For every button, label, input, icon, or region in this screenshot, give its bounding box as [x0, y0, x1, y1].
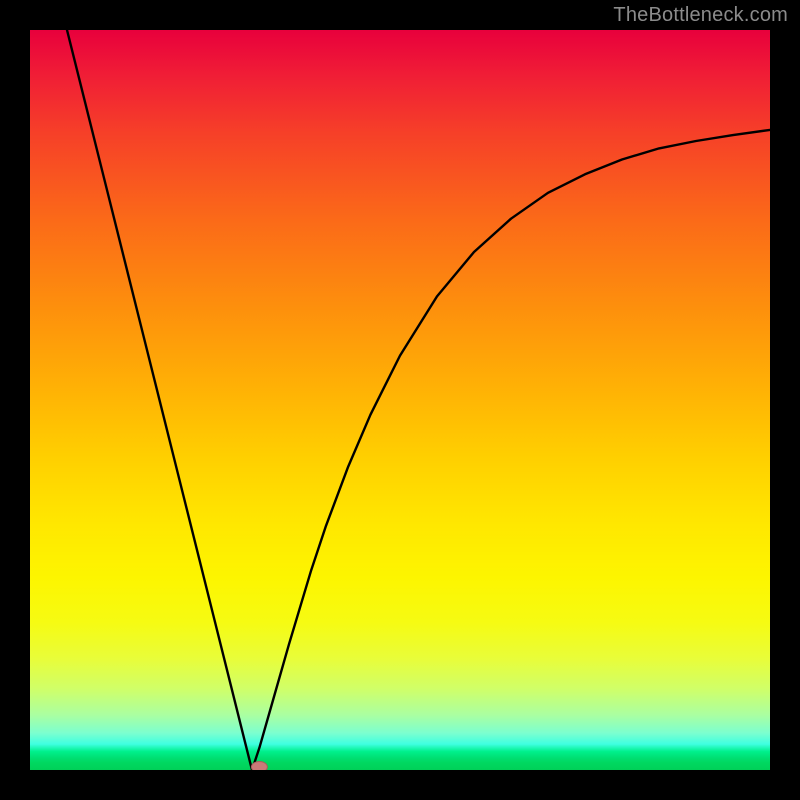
bottleneck-curve-svg [30, 30, 770, 770]
chart-frame: TheBottleneck.com [0, 0, 800, 800]
curve-minimum-marker [251, 762, 267, 771]
bottleneck-curve [67, 30, 770, 770]
watermark-text: TheBottleneck.com [613, 4, 788, 27]
